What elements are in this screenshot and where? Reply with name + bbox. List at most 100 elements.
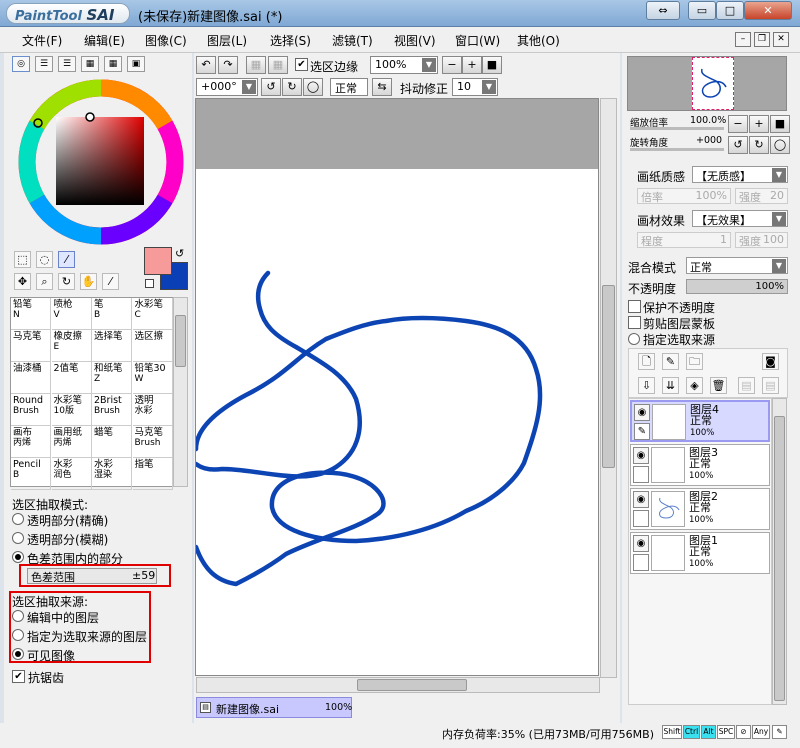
swap-colors-icon[interactable]: ↺ — [175, 247, 184, 260]
undo-icon[interactable]: ↶ — [196, 56, 216, 74]
foreground-color-swatch[interactable] — [144, 247, 172, 275]
brush-effect-dropdown-icon[interactable]: ▼ — [772, 212, 786, 226]
mdi-restore-icon[interactable]: ❐ — [754, 32, 770, 47]
nav-zoom-slider[interactable] — [630, 127, 724, 130]
menu-file[interactable]: 文件(F) — [22, 32, 62, 49]
edit-toggle-box[interactable] — [633, 466, 649, 483]
brush-cell[interactable]: 马克笔 Brush — [132, 426, 173, 458]
brush-cell[interactable]: Pencil B — [11, 458, 51, 490]
layer-mask-icon[interactable]: ◙ — [762, 353, 779, 370]
rgb-slider-tab-icon[interactable]: ☰ — [35, 56, 53, 72]
mdi-minimize-icon[interactable]: – — [735, 32, 751, 47]
menu-filter[interactable]: 滤镜(T) — [332, 32, 373, 49]
canvas-vertical-thumb[interactable] — [602, 285, 615, 468]
menu-edit[interactable]: 编辑(E) — [84, 32, 125, 49]
rotate-left-icon[interactable]: ↺ — [261, 78, 281, 96]
brush-cell[interactable]: 和纸笔 Z — [92, 362, 132, 394]
zoom-out-icon[interactable]: − — [442, 56, 462, 74]
blend-mode-dropdown-icon[interactable]: ▼ — [772, 259, 786, 273]
zoom-reset-icon[interactable]: ■ — [482, 56, 502, 74]
delete-mask-icon[interactable]: ▤ — [762, 377, 779, 394]
apply-mask-icon[interactable]: ▤ — [738, 377, 755, 394]
menu-image[interactable]: 图像(C) — [145, 32, 187, 49]
layer-row-3[interactable]: ◉ 图层3 正常 100% — [630, 444, 770, 486]
hsv-slider-tab-icon[interactable]: ☰ — [58, 56, 76, 72]
brush-cell[interactable]: 马克笔 — [11, 330, 51, 362]
brush-cell[interactable]: 蜡笔 — [92, 426, 132, 458]
nav-rotate-right-icon[interactable]: ↻ — [749, 136, 769, 154]
mode-radio-exact[interactable] — [12, 513, 24, 525]
zoom-dropdown-icon[interactable]: ▼ — [422, 58, 436, 72]
brush-cell[interactable]: 水彩 润色 — [51, 458, 92, 490]
rect-select-icon[interactable]: ⬚ — [14, 251, 31, 268]
menu-select[interactable]: 选择(S) — [270, 32, 311, 49]
mdi-close-icon[interactable]: ✕ — [773, 32, 789, 47]
rotate-reset-icon[interactable]: ◯ — [303, 78, 323, 96]
show-selection-checkbox[interactable]: ✔ — [295, 58, 308, 71]
delete-layer-icon[interactable]: 🗑 — [710, 377, 727, 394]
invert-selection-icon[interactable]: ▦ — [268, 56, 288, 74]
visibility-eye-icon[interactable]: ◉ — [633, 491, 649, 508]
move-icon[interactable]: ✥ — [14, 273, 31, 290]
brush-cell[interactable]: 铅笔 N — [11, 298, 51, 330]
brush-cell[interactable]: 喷枪 V — [51, 298, 92, 330]
menu-other[interactable]: 其他(O) — [517, 32, 560, 49]
deselect-icon[interactable]: ▦ — [246, 56, 266, 74]
canvas-horizontal-thumb[interactable] — [357, 679, 467, 691]
magic-wand-icon[interactable]: ⁄ — [58, 251, 75, 268]
edit-toggle-box[interactable] — [633, 510, 649, 527]
new-folder-icon[interactable]: 🗀 — [686, 353, 703, 370]
color-mixer-tab-icon[interactable]: ▦ — [81, 56, 99, 72]
rotate-icon[interactable]: ↻ — [58, 273, 75, 290]
layer-row-1[interactable]: ◉ 图层1 正常 100% — [630, 532, 770, 574]
saturation-value-square[interactable] — [56, 117, 144, 205]
source-radio-editing-layer[interactable] — [12, 610, 24, 622]
antialias-checkbox[interactable]: ✔ — [12, 670, 25, 683]
effect-strength-field[interactable]: 强度 100 — [735, 232, 788, 248]
sv-marker[interactable] — [85, 112, 95, 122]
menu-layer[interactable]: 图层(L) — [207, 32, 247, 49]
navigator-preview[interactable] — [627, 56, 787, 111]
brush-cell[interactable]: 橡皮擦 E — [51, 330, 92, 362]
source-radio-visible-image[interactable] — [12, 648, 24, 660]
brush-cell[interactable]: 2Brist Brush — [92, 394, 132, 426]
brush-cell[interactable]: 画布 丙烯 — [11, 426, 51, 458]
menu-view[interactable]: 视图(V) — [394, 32, 436, 49]
clipping-group-checkbox[interactable] — [628, 316, 641, 329]
lasso-icon[interactable]: ◌ — [36, 251, 53, 268]
brush-cell[interactable]: 水彩笔 10版 — [51, 394, 92, 426]
stabilizer-dropdown-icon[interactable]: ▼ — [482, 80, 496, 94]
menu-window[interactable]: 窗口(W) — [455, 32, 500, 49]
nav-zoom-reset-icon[interactable]: ■ — [770, 115, 790, 133]
minimize-button[interactable]: ▭ — [688, 1, 716, 20]
nav-zoom-in-icon[interactable]: + — [749, 115, 769, 133]
canvas-blend-field[interactable]: 正常 — [330, 78, 368, 96]
mode-radio-blur[interactable] — [12, 532, 24, 544]
close-button[interactable]: ✕ — [744, 1, 792, 20]
brush-cell[interactable]: 指笔 — [132, 458, 173, 490]
protect-opacity-checkbox[interactable] — [628, 300, 641, 313]
brush-cell[interactable]: 透明 水彩 — [132, 394, 173, 426]
nav-zoom-out-icon[interactable]: − — [728, 115, 748, 133]
brush-cell[interactable]: 油漆桶 — [11, 362, 51, 394]
layer-row-4[interactable]: ◉ ✎ 图层4 正常 100% — [630, 400, 770, 442]
edit-pen-icon[interactable]: ✎ — [634, 423, 650, 440]
brush-cell[interactable]: 铅笔30 W — [132, 362, 173, 394]
eyedropper-icon[interactable]: ⁄ — [102, 273, 119, 290]
rotate-right-icon[interactable]: ↻ — [282, 78, 302, 96]
texture-strength-field[interactable]: 强度 20 — [735, 188, 788, 204]
brush-cell[interactable]: 水彩 湿染 — [92, 458, 132, 490]
brush-cell[interactable]: 画用纸 丙烯 — [51, 426, 92, 458]
swatches-tab-icon[interactable]: ▦ — [104, 56, 122, 72]
texture-rate-field[interactable]: 倍率 100% — [637, 188, 731, 204]
brush-grid-scroll-thumb[interactable] — [175, 315, 186, 367]
visibility-eye-icon[interactable]: ◉ — [634, 404, 650, 421]
opacity-slider[interactable]: 100% — [686, 279, 788, 294]
redo-icon[interactable]: ↷ — [218, 56, 238, 74]
mode-radio-color-range[interactable] — [12, 551, 24, 563]
edit-toggle-box[interactable] — [633, 554, 649, 571]
paper-texture-dropdown-icon[interactable]: ▼ — [772, 168, 786, 182]
color-wheel[interactable] — [18, 79, 184, 245]
brush-cell[interactable]: 选择笔 — [92, 330, 132, 362]
nav-rotate-reset-icon[interactable]: ◯ — [770, 136, 790, 154]
